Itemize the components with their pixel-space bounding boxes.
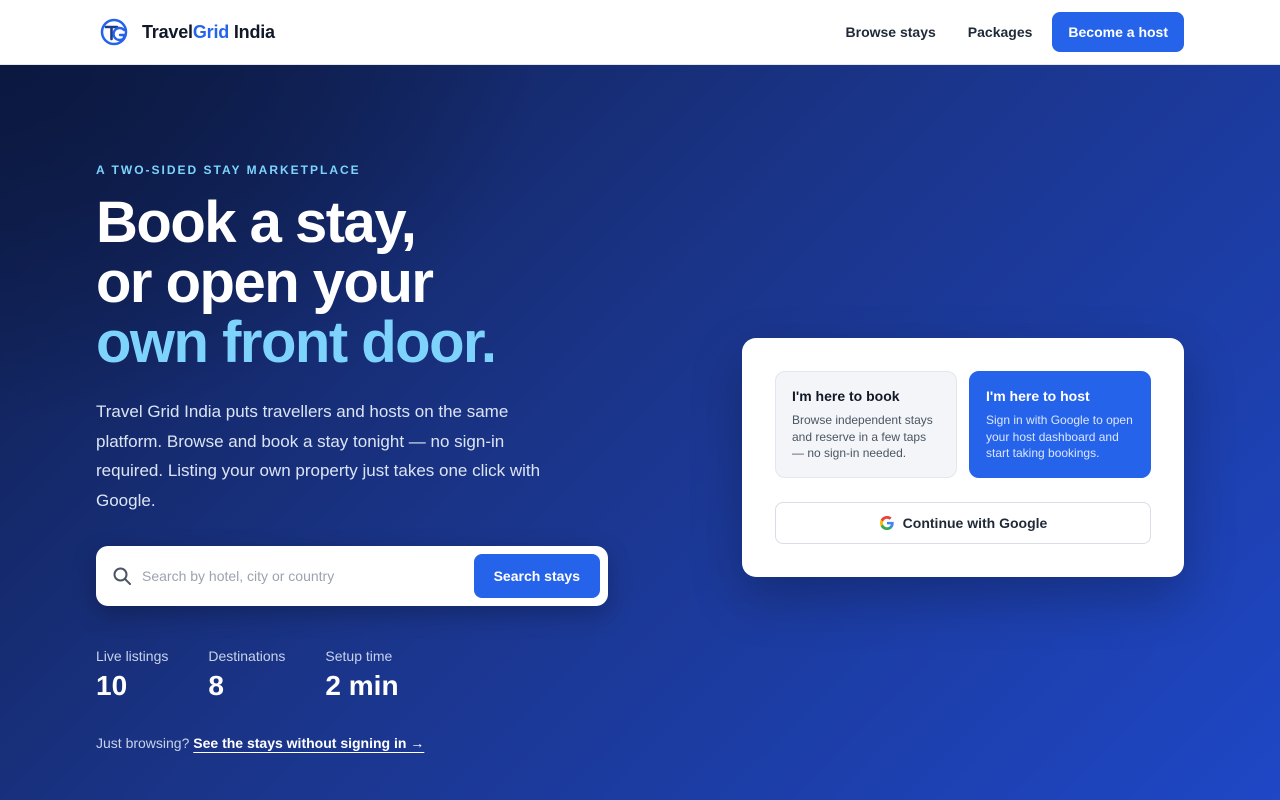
role-title: I'm here to host	[986, 388, 1090, 404]
continue-with-google-button[interactable]: Continue with Google	[775, 502, 1151, 544]
role-option-host[interactable]: I'm here to host Sign in with Google to …	[969, 371, 1151, 478]
stat-value: 2 min	[325, 670, 399, 701]
stat-label: Destinations	[208, 648, 286, 664]
role-card: I'm here to book Browse independent stay…	[742, 338, 1184, 577]
stat-label: Live listings	[96, 648, 169, 664]
hero-section: A TWO-SIDED STAY MARKETPLACE Book a stay…	[0, 65, 1280, 800]
search-stays-button[interactable]: Search stays	[473, 554, 600, 598]
search-input[interactable]	[142, 560, 472, 592]
google-icon	[879, 516, 894, 530]
search-icon	[113, 567, 131, 585]
headline-line-2: or open your	[96, 250, 434, 315]
stat-value: 10	[96, 670, 128, 701]
nav-packages-link[interactable]: Packages	[968, 24, 1033, 40]
brand-name: TravelGrid India	[142, 21, 275, 42]
role-description: Sign in with Google to open your host da…	[986, 413, 1133, 460]
stat-live-listings: Live listings 10	[96, 647, 168, 705]
role-title: I'm here to book	[792, 388, 900, 404]
hero-lead-text: Travel Grid India puts travellers and ho…	[96, 402, 541, 510]
site-header: TravelGrid India Browse stays Packages B…	[0, 0, 1280, 65]
become-host-button[interactable]: Become a host	[1052, 12, 1184, 52]
headline-line-3: own front door.	[96, 310, 497, 375]
hero-headline: Book a stay, or open your own front door…	[96, 190, 497, 375]
nav-browse-stays-link[interactable]: Browse stays	[846, 24, 936, 40]
stats-row: Live listings 10 Destinations 8 Setup ti…	[96, 647, 439, 705]
stat-label: Setup time	[325, 648, 393, 664]
role-description: Browse independent stays and reserve in …	[792, 413, 933, 460]
search-bar: Search stays	[96, 546, 608, 606]
stat-destinations: Destinations 8	[208, 647, 285, 705]
google-button-label: Continue with Google	[902, 515, 1048, 531]
brand[interactable]: TravelGrid India	[100, 16, 275, 48]
top-nav: Browse stays Packages Become a host	[846, 12, 1184, 52]
tg-logo-icon	[100, 18, 128, 46]
hero-eyebrow: A TWO-SIDED STAY MARKETPLACE	[96, 163, 361, 177]
browse-line: Just browsing? See the stays without sig…	[96, 735, 424, 751]
role-option-book[interactable]: I'm here to book Browse independent stay…	[775, 371, 957, 478]
stat-value: 8	[208, 670, 224, 701]
stat-setup-time: Setup time 2 min	[325, 647, 398, 705]
headline-line-1: Book a stay,	[96, 190, 417, 255]
browse-without-signin-link[interactable]: See the stays without signing in →	[193, 735, 424, 751]
browse-prefix: Just browsing?	[96, 735, 190, 751]
